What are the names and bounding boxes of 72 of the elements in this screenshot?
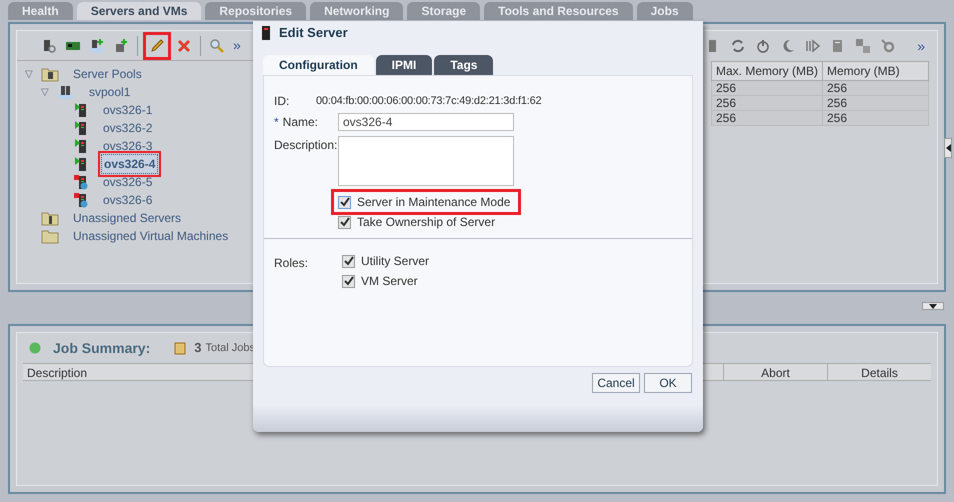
tree-item[interactable]: Server Pools bbox=[71, 65, 144, 83]
main-tab[interactable]: Storage bbox=[407, 2, 480, 20]
folder-icon bbox=[41, 228, 59, 244]
table-cell: 256 bbox=[822, 110, 928, 126]
field-label: Description: bbox=[274, 137, 338, 154]
tree-item[interactable]: ovs326-6 bbox=[101, 191, 154, 209]
power-icon[interactable] bbox=[755, 38, 772, 54]
main-tab[interactable]: Servers and VMs bbox=[76, 2, 202, 20]
stopped-server-icon bbox=[73, 174, 89, 190]
checkbox[interactable] bbox=[338, 196, 351, 208]
job-count: 3 bbox=[194, 339, 202, 358]
pool-folder-icon bbox=[41, 66, 59, 82]
dialog-tab[interactable]: Tags bbox=[434, 55, 494, 75]
main-tab[interactable]: Networking bbox=[310, 2, 404, 20]
field-label: Roles: bbox=[274, 255, 310, 272]
checkbox-label: Take Ownership of Server bbox=[357, 214, 496, 231]
checkbox-label: Server in Maintenance Mode bbox=[357, 194, 510, 211]
add-pool-icon[interactable] bbox=[89, 38, 105, 54]
field-label: ID: bbox=[274, 93, 290, 110]
expand-arrow-icon[interactable] bbox=[929, 304, 937, 308]
panel-title: Job Summary: bbox=[53, 338, 150, 358]
stopped-server-icon bbox=[73, 192, 89, 208]
running-server-icon bbox=[73, 138, 89, 154]
main-tab[interactable]: Health bbox=[8, 2, 73, 20]
main-tab[interactable]: Jobs bbox=[636, 2, 693, 20]
required-mark: * bbox=[274, 114, 279, 131]
running-server-icon bbox=[73, 156, 89, 172]
tree-item[interactable]: Unassigned Servers bbox=[71, 209, 184, 227]
main-tab[interactable]: Tools and Resources bbox=[484, 2, 633, 20]
server-folder-icon bbox=[41, 210, 59, 226]
server-pool-icon bbox=[57, 84, 75, 100]
resume-icon[interactable] bbox=[805, 38, 822, 54]
running-server-icon bbox=[73, 102, 89, 118]
expander-icon[interactable]: ▽ bbox=[41, 84, 53, 100]
dialog-button[interactable]: Cancel bbox=[592, 373, 640, 393]
tree-item[interactable]: ovs326-1 bbox=[101, 101, 154, 119]
find-server-icon[interactable] bbox=[41, 38, 57, 54]
tree-item[interactable]: ovs326-5 bbox=[101, 173, 154, 191]
running-server-icon bbox=[73, 120, 89, 136]
tree-item[interactable]: svpool1 bbox=[87, 83, 132, 101]
checkbox[interactable] bbox=[342, 254, 355, 268]
status-dot bbox=[29, 342, 41, 354]
field-label: Name: bbox=[282, 114, 318, 131]
tree-item[interactable]: ovs326-4 bbox=[101, 154, 158, 174]
server-icon bbox=[261, 26, 271, 40]
refresh-icon[interactable] bbox=[730, 38, 746, 54]
dialog-tab[interactable]: Configuration bbox=[263, 55, 374, 75]
collapse-arrow-icon[interactable] bbox=[946, 144, 950, 152]
table-cell: 256 bbox=[712, 110, 822, 126]
column-header[interactable]: Abort bbox=[723, 364, 827, 380]
dialog-button[interactable]: OK bbox=[644, 373, 692, 393]
checkbox-label: VM Server bbox=[361, 273, 418, 290]
checkbox[interactable] bbox=[342, 274, 355, 288]
more-button[interactable]: » bbox=[917, 36, 925, 56]
expander-icon[interactable]: ▽ bbox=[25, 66, 37, 82]
add-server-icon[interactable] bbox=[113, 38, 129, 54]
tree-item[interactable]: ovs326-3 bbox=[101, 137, 154, 155]
main-tab[interactable]: Repositories bbox=[205, 2, 306, 20]
pencil-icon bbox=[149, 38, 165, 54]
search-icon[interactable] bbox=[209, 38, 225, 54]
id-value: 00:04:fb:00:00:06:00:00:73:7c:49:d2:21:3d:f1:62 bbox=[316, 94, 542, 109]
description-field[interactable] bbox=[338, 136, 514, 186]
checkbox-label: Utility Server bbox=[361, 253, 430, 270]
dialog-tab[interactable]: IPMI bbox=[376, 55, 432, 75]
tree-item[interactable]: Unassigned Virtual Machines bbox=[71, 227, 230, 245]
more-button[interactable]: » bbox=[233, 35, 241, 56]
column-header[interactable]: Details bbox=[827, 364, 931, 380]
dialog-title: Edit Server bbox=[279, 24, 348, 42]
tree-item[interactable]: ovs326-2 bbox=[101, 119, 154, 137]
delete-icon[interactable] bbox=[176, 38, 192, 54]
name-field[interactable]: ovs326-4 bbox=[338, 113, 514, 131]
checkbox[interactable] bbox=[338, 216, 351, 228]
